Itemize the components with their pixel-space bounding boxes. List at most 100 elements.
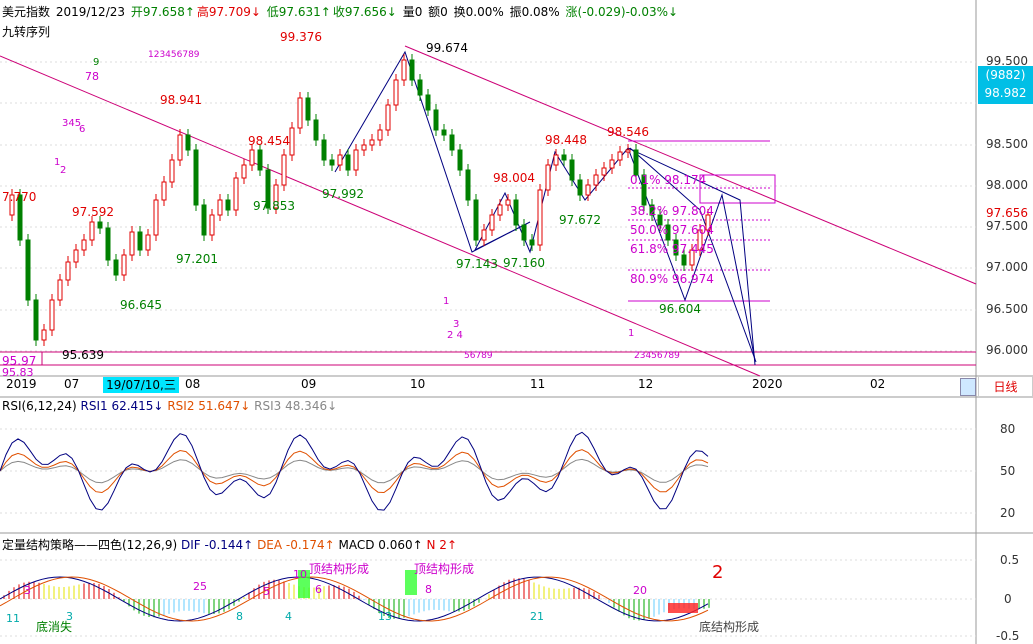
candle-body <box>625 149 631 153</box>
price-label: 96.604 <box>659 302 701 316</box>
candle-body <box>513 199 519 226</box>
macd-num: 8 <box>425 583 432 596</box>
price-label: 98.546 <box>607 125 649 139</box>
candle-body <box>521 224 527 241</box>
macd-num: 21 <box>530 610 544 623</box>
n-big-number: 2 <box>712 562 724 583</box>
seq-label: 123456789 <box>148 50 200 60</box>
dea-value: DEA -0.174↑ <box>257 538 335 552</box>
price-label: 97.201 <box>176 252 218 266</box>
candle-body <box>241 164 247 179</box>
candle-body <box>65 261 71 281</box>
rsi-tick-50: 50 <box>1000 464 1016 478</box>
annot-bottom-structure: 底结构形成 <box>699 620 760 634</box>
candle-body <box>593 174 599 186</box>
macd-num: 3 <box>24 584 31 597</box>
price-label: 96.645 <box>120 298 162 312</box>
candle-body <box>345 154 351 171</box>
seq-label: 6 <box>79 124 86 135</box>
tick-96500: 96.500 <box>986 302 1028 316</box>
candle-body <box>289 127 295 156</box>
rsi-legend: RSI(6,12,24) RSI1 62.415↓ RSI2 51.647↓ R… <box>2 399 337 413</box>
candle-body <box>537 189 543 246</box>
candle-body <box>425 94 431 111</box>
x-label-07: 07 <box>64 377 80 391</box>
price-label: 95.83 <box>2 366 34 379</box>
seq-label: 78 <box>85 70 99 83</box>
x-label-11: 11 <box>530 377 546 391</box>
macd-legend: 定量结构策略——四色(12,26,9) DIF -0.144↑ DEA -0.1… <box>2 536 457 553</box>
candle-body <box>153 199 159 236</box>
candle-body <box>361 144 367 151</box>
candle-body <box>137 231 143 251</box>
seq-label: 1 <box>443 296 450 307</box>
candle-body <box>185 134 191 151</box>
candle-body <box>433 109 439 131</box>
price-label: 97.160 <box>503 256 545 270</box>
candle-body <box>529 239 535 246</box>
annot-top-structure: 顶结构形成 <box>414 562 475 576</box>
volume-value: 量0 <box>402 5 423 19</box>
candle-body <box>73 249 79 263</box>
macd-num: 5 <box>263 585 270 598</box>
price-label: 98.941 <box>160 93 202 107</box>
candle-body <box>617 151 623 161</box>
candle-body <box>145 234 151 251</box>
price-label: 95.639 <box>62 348 104 362</box>
candle-body <box>57 279 63 301</box>
candle-body <box>193 149 199 206</box>
x-label-12: 12 <box>638 377 654 391</box>
seq-label: 23456789 <box>634 351 680 361</box>
rsi-tick-80: 80 <box>1000 422 1016 436</box>
candle-body <box>25 239 31 301</box>
fib-label: 80.9% 96.974 <box>630 272 714 286</box>
seq-label: 2 <box>60 165 67 176</box>
price-label: 98.004 <box>493 171 535 185</box>
indicator-name: 九转序列 <box>2 25 51 39</box>
candle-body <box>169 159 175 183</box>
candle-body <box>281 154 287 186</box>
candle-body <box>481 229 487 241</box>
fib-label: 0.1% 98.174 <box>630 173 707 187</box>
rsi-tick-20: 20 <box>1000 506 1016 520</box>
low-value: 低97.631↑ <box>266 5 331 19</box>
rsi2-value: RSI2 51.647↓ <box>167 399 251 413</box>
n-value: N 2↑ <box>426 538 457 552</box>
rsi3-value: RSI3 48.346↓ <box>254 399 338 413</box>
candle-body <box>121 254 127 276</box>
price-label: 99.376 <box>280 30 322 44</box>
price-label: 97.592 <box>72 205 114 219</box>
candle-body <box>257 149 263 171</box>
candle-body <box>505 199 511 206</box>
x-label-2020: 2020 <box>752 377 783 391</box>
macd-tick-05: 0.5 <box>1000 553 1020 567</box>
candle-body <box>321 139 327 161</box>
macd-num: 4 <box>285 610 292 623</box>
fib-label: 50.0% 97.604 <box>630 223 714 237</box>
price-label: 97.672 <box>559 213 601 227</box>
candle-body <box>489 214 495 231</box>
candle-body <box>601 167 607 176</box>
amount-value: 额0 <box>428 5 448 19</box>
candle-body <box>161 181 167 201</box>
macd-value: MACD 0.060↑ <box>338 538 423 552</box>
candle-body <box>441 129 447 136</box>
candle-body <box>577 179 583 196</box>
tick-96000: 96.000 <box>986 343 1028 357</box>
scroll-thumb[interactable] <box>960 378 976 396</box>
fib-label: 61.8% 97.445 <box>630 242 714 256</box>
candle-body <box>449 134 455 151</box>
macd-num: 10 <box>293 568 307 581</box>
annot-top-structure: 顶结构形成 <box>309 562 370 576</box>
cursor-price-box: (9882) 98.982 <box>978 66 1033 104</box>
rsi-title: RSI(6,12,24) <box>2 399 77 413</box>
candle-body <box>113 259 119 276</box>
x-label-08: 08 <box>185 377 201 391</box>
high-value: 高97.709↓ <box>196 5 261 19</box>
candle-body <box>497 204 503 216</box>
tick-98500: 98.500 <box>986 137 1028 151</box>
price-label: 7.770 <box>2 190 37 204</box>
period-button[interactable]: 日线 <box>978 376 1033 397</box>
candle-body <box>585 184 591 196</box>
macd-num: 13 <box>378 610 392 623</box>
